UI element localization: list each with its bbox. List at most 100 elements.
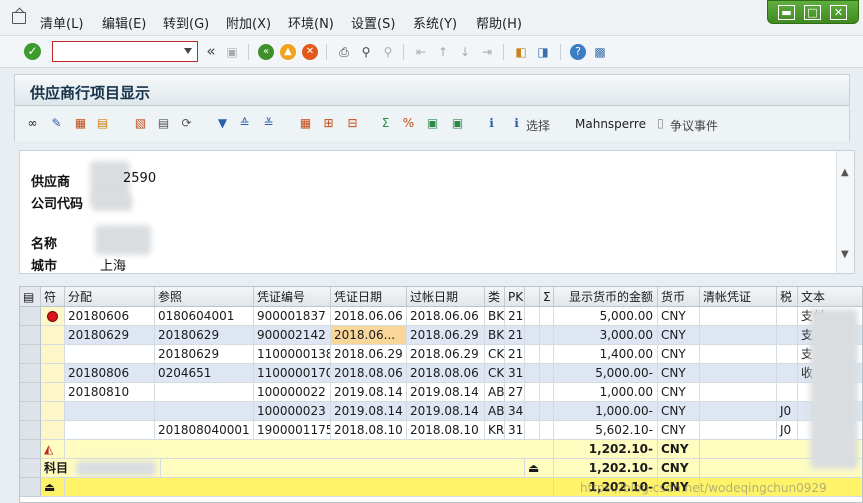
maximize-button[interactable]: □ [804,5,821,20]
layout-menu-icon[interactable]: ▩ [592,44,608,60]
menu-settings[interactable]: 设置(S) [351,13,395,32]
grid-settings-icon[interactable]: ▤ [20,287,41,307]
find-next-icon[interactable]: ⚲ [380,44,396,60]
row-selector[interactable] [20,307,41,326]
command-field[interactable] [52,41,198,62]
col-header-tax[interactable]: 税 [777,287,798,307]
info-icon[interactable]: ℹ [484,116,499,131]
change-layout-icon[interactable]: ⊞ [321,116,336,131]
exit-icon[interactable]: ▲ [280,44,296,60]
col-header-type[interactable]: 类 [485,287,505,307]
mahnsperre-button[interactable]: Mahnsperre [575,117,646,131]
deselect-all-icon[interactable]: ▤ [95,116,110,131]
col-header-status[interactable]: 符 [41,287,65,307]
select-all-icon[interactable]: ▦ [73,116,88,131]
sap-menu-icon[interactable] [12,12,26,24]
spreadsheet-icon[interactable]: ▣ [450,116,465,131]
row-selector[interactable] [20,459,41,478]
col-header-currency[interactable]: 货币 [658,287,700,307]
enter-check-icon[interactable]: ✓ [24,43,41,60]
col-header-text[interactable]: 文本 [798,287,862,307]
row-selector[interactable] [20,440,41,459]
dispute-case-button[interactable]: 争议事件 [670,117,718,134]
menu-environment[interactable]: 环境(N) [288,13,334,32]
row-selector[interactable] [20,326,41,345]
next-page-icon[interactable]: ↓ [457,44,473,60]
cancel-icon[interactable]: ✕ [302,44,318,60]
back-history-icon[interactable]: « [203,44,219,60]
save-layout-icon[interactable]: ⊟ [345,116,360,131]
display-glasses-icon[interactable]: ∞ [25,116,40,131]
type-cell: BK [485,307,505,326]
print-icon[interactable]: ⎙ [336,44,352,60]
clearing-cell [700,421,777,440]
post-date-cell: 2018.06.29 [407,345,485,364]
line-items-icon[interactable]: ▤ [156,116,171,131]
scroll-down-icon[interactable]: ▼ [841,249,849,260]
menu-edit[interactable]: 编辑(E) [102,13,146,32]
shortcut-icon[interactable]: ◨ [535,44,551,60]
document-page-icon[interactable]: ▯ [653,116,668,131]
save-icon[interactable]: ▣ [224,44,240,60]
row-selector[interactable] [20,345,41,364]
find-icon[interactable]: ⚲ [358,44,374,60]
menu-list[interactable]: 清单(L) [40,13,83,32]
chevron-down-icon[interactable] [184,48,192,54]
select-info-icon[interactable]: ℹ [509,116,524,131]
menu-help[interactable]: 帮助(H) [476,13,522,32]
sort-ascending-icon[interactable]: ≙ [237,116,252,131]
col-header-doc-date[interactable]: 凭证日期 [331,287,407,307]
col-header-sum[interactable]: Σ [540,287,554,307]
col-header-amount[interactable]: 显示货币的金额 [554,287,658,307]
back-icon[interactable]: « [258,44,274,60]
row-selector[interactable] [20,421,41,440]
col-header-pk[interactable]: PK [505,287,525,307]
col-header-clearing[interactable]: 清帐凭证 [700,287,777,307]
table-row[interactable]: 20180629 20180629 900002142 2018.06... 2018.… [20,326,862,345]
table-row[interactable]: 20180629 1100000138 2018.06.29 2018.06.29 CK… [20,345,862,364]
close-button[interactable]: ✕ [830,5,847,20]
currency-cell: CNY [658,383,700,402]
filter-icon[interactable]: ▼ [215,116,230,131]
col-header-reference[interactable]: 参照 [155,287,254,307]
new-session-icon[interactable]: ◧ [513,44,529,60]
standard-toolbar: ✓ « ▣ « ▲ ✕ ⎙ ⚲ ⚲ ⇤ ↑ ↓ ⇥ ◧ ◨ ? ▩ [0,36,863,68]
table-row[interactable]: 201808040001 1900001175 2018.08.10 2018.08.… [20,421,862,440]
minimize-button[interactable]: ▬ [778,5,795,20]
header-scrollbar[interactable]: ▲ ▼ [836,151,854,273]
help-icon[interactable]: ? [570,44,586,60]
layout-icon[interactable]: ▦ [298,116,313,131]
scroll-up-icon[interactable]: ▲ [841,167,849,178]
table-row[interactable]: 20180810 100000022 2019.08.14 2019.08.14 AB 2… [20,383,862,402]
row-selector[interactable] [20,383,41,402]
document-icon[interactable]: ▧ [133,116,148,131]
change-pencil-icon[interactable]: ✎ [49,116,64,131]
menu-extras[interactable]: 附加(X) [226,13,271,32]
menu-system[interactable]: 系统(Y) [413,13,457,32]
row-selector[interactable] [20,478,41,497]
table-row[interactable]: 20180606 0180604001 900001837 2018.06.06 201… [20,307,862,326]
tax-cell [777,326,798,345]
col-header-indicator[interactable] [525,287,540,307]
last-page-icon[interactable]: ⇥ [479,44,495,60]
select-button[interactable]: 选择 [526,117,550,134]
previous-page-icon[interactable]: ↑ [435,44,451,60]
masked-account [76,461,156,476]
table-row[interactable]: 20180806 0204651 1100000170 2018.08.06 2018.… [20,364,862,383]
row-selector[interactable] [20,364,41,383]
col-header-assignment[interactable]: 分配 [65,287,155,307]
row-selector[interactable] [20,402,41,421]
col-header-post-date[interactable]: 过帐日期 [407,287,485,307]
sort-descending-icon[interactable]: ≚ [261,116,276,131]
sum-icon[interactable]: Σ [378,116,393,131]
command-input[interactable] [53,42,177,61]
table-row[interactable]: 100000023 2019.08.14 2019.08.14 AB 34 1,000.0… [20,402,862,421]
export-icon[interactable]: ▣ [425,116,440,131]
menu-goto[interactable]: 转到(G) [163,13,209,32]
currency-cell: CNY [658,345,700,364]
refresh-icon[interactable]: ⟳ [179,116,194,131]
col-header-doc-no[interactable]: 凭证编号 [254,287,331,307]
tax-cell [777,307,798,326]
first-page-icon[interactable]: ⇤ [413,44,429,60]
subtotal-icon[interactable]: % [401,116,416,131]
